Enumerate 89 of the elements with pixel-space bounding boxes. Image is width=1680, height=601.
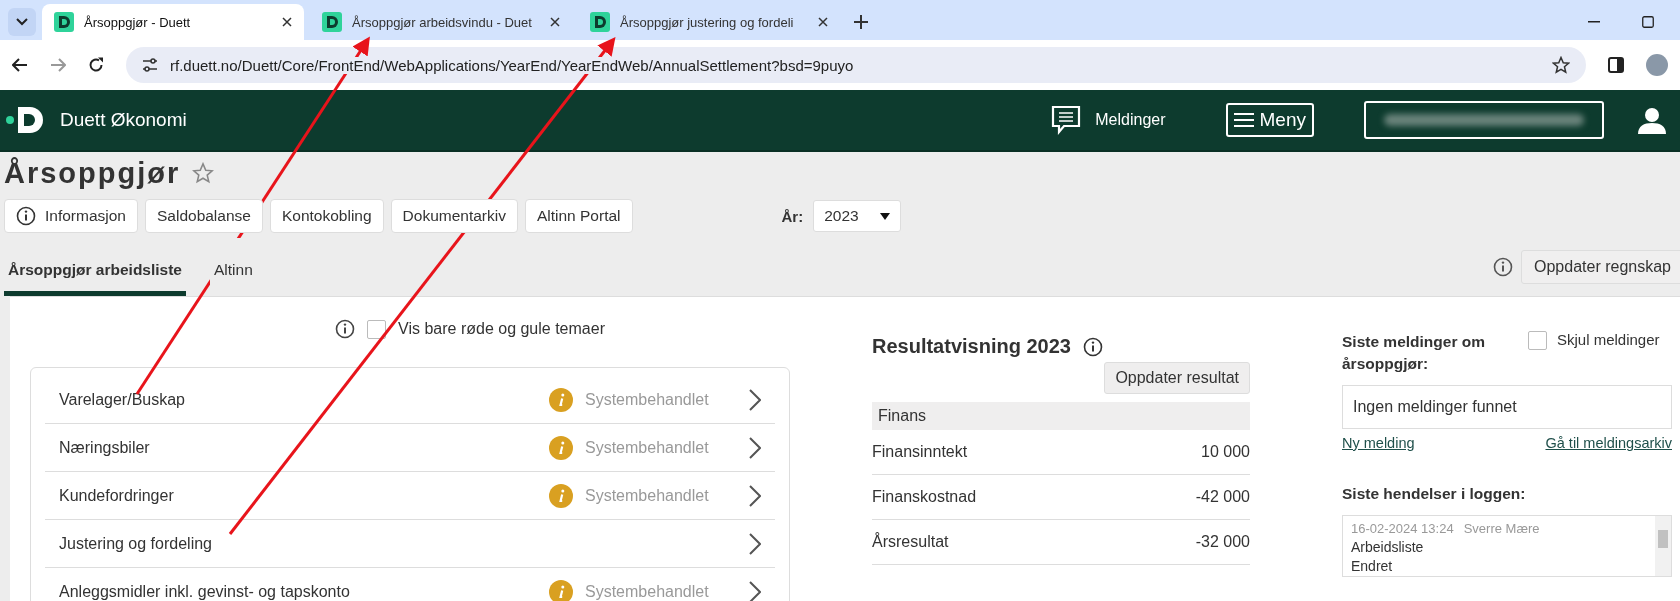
reload-icon[interactable]	[88, 57, 104, 73]
result-label: Finanskostnad	[872, 488, 977, 506]
toolbar-button[interactable]: Kontokobling	[269, 199, 384, 233]
worklist-item-name: Justering og fordeling	[59, 534, 213, 553]
back-icon[interactable]	[12, 58, 28, 72]
new-tab-icon[interactable]	[854, 15, 868, 29]
site-settings-icon[interactable]	[142, 58, 158, 72]
tab-title: Årsoppgjør arbeidsvindu - Duet	[352, 14, 533, 30]
new-message-link[interactable]: Ny melding	[1342, 435, 1415, 451]
info-icon[interactable]	[335, 319, 356, 339]
page-title: Årsoppgjør	[4, 156, 181, 190]
bookmark-star-icon[interactable]	[1552, 56, 1570, 74]
update-results-button[interactable]: Oppdater resultat	[1104, 362, 1250, 394]
forward-icon[interactable]	[50, 58, 66, 72]
hide-messages-label: Skjul meldinger	[1557, 331, 1660, 348]
info-icon[interactable]	[1082, 336, 1103, 357]
log-title: Siste hendelser i loggen:	[1342, 485, 1527, 503]
worklist-item-name: Kundefordringer	[59, 486, 175, 505]
brand-name: Duett Økonomi	[60, 109, 187, 131]
messages-button[interactable]: Meldinger	[1045, 104, 1172, 136]
results-title: Resultatvisning 2023	[872, 335, 1071, 358]
info-badge-icon	[549, 435, 573, 460]
empty-messages-text: Ingen meldinger funnet	[1353, 398, 1517, 416]
worklist-row[interactable]: Varelager/Buskap Systembehandlet	[45, 376, 775, 424]
messages-title: Siste meldinger om årsoppgjør:	[1342, 332, 1486, 374]
year-label: År:	[781, 207, 804, 225]
chevron-right-icon	[749, 580, 761, 601]
address-bar[interactable]: rf.duett.no/Duett/Core/FrontEnd/WebApplications/YearEnd/YearEndWeb/AnnualSettlement?bsd=9puyo	[126, 47, 1586, 83]
chevron-down-icon	[16, 18, 28, 26]
message-archive-link[interactable]: Gå til meldingsarkiv	[1545, 435, 1672, 451]
log-date: 16-02-2024 13:24	[1351, 520, 1454, 538]
result-label: Finansinntekt	[872, 443, 968, 461]
close-icon[interactable]	[550, 17, 560, 27]
refresh-accounts-button[interactable]: Oppdater regnskap	[1521, 250, 1680, 284]
worklist-item-name: Næringsbiler	[59, 438, 151, 457]
toolbar-button[interactable]: Informasjon	[4, 199, 138, 233]
browser-tab[interactable]: Årsoppgjør arbeidsvindu - Duet	[310, 4, 572, 40]
app-logo-icon	[322, 12, 342, 32]
toolbar-button[interactable]: Dokumentarkiv	[390, 199, 518, 233]
result-label: Årsresultat	[872, 533, 949, 551]
worklist-item-name: Varelager/Buskap	[59, 390, 186, 409]
info-badge-icon	[549, 387, 573, 412]
filter-label: Vis bare røde og gule temaer	[398, 320, 605, 338]
chevron-right-icon	[749, 388, 761, 411]
close-icon[interactable]	[282, 17, 292, 27]
profile-avatar[interactable]	[1646, 54, 1668, 76]
menu-icon	[1233, 112, 1254, 128]
browser-tab[interactable]: Årsoppgjør justering og fordeli	[578, 4, 840, 40]
result-value: 10 000	[1201, 443, 1250, 461]
info-icon[interactable]	[1493, 257, 1513, 277]
log-user: Sverre Mære	[1463, 520, 1540, 538]
worklist-item-name: Anleggsmidler inkl. gevinst- og tapskonto	[59, 582, 351, 601]
user-icon[interactable]	[1638, 106, 1666, 134]
dropdown-caret-icon	[880, 212, 891, 220]
chevron-right-icon	[749, 532, 761, 555]
tab-title: Årsoppgjør - Duett	[84, 14, 192, 30]
maximize-icon[interactable]	[1642, 16, 1654, 28]
side-panel-icon[interactable]	[1608, 57, 1624, 73]
minimize-icon[interactable]	[1588, 21, 1600, 23]
close-icon[interactable]	[818, 17, 828, 27]
chevron-right-icon	[749, 484, 761, 507]
speech-bubble-icon	[1051, 105, 1082, 135]
result-value: -32 000	[1195, 533, 1250, 551]
tab-list-button[interactable]	[8, 8, 36, 36]
log-line: Endret	[1351, 557, 1394, 576]
toolbar-button[interactable]: Saldobalanse	[145, 199, 263, 233]
scrollbar[interactable]	[1655, 516, 1671, 576]
url-text: rf.duett.no/Duett/Core/FrontEnd/WebApplications/YearEnd/YearEndWeb/AnnualSettlement?bsd=9puyo	[170, 56, 854, 74]
toolbar-button[interactable]: Altinn Portal	[524, 199, 633, 233]
chevron-right-icon	[749, 436, 761, 459]
worklist-row[interactable]: Kundefordringer Systembehandlet	[45, 472, 775, 520]
blurred-user-field[interactable]	[1364, 101, 1604, 139]
worklist-row[interactable]: Anleggsmidler inkl. gevinst- og tapskonto Systembehandlet	[45, 568, 775, 601]
result-value: -42 000	[1195, 488, 1250, 506]
log-line: Arbeidsliste	[1351, 538, 1425, 557]
info-badge-icon	[549, 483, 573, 508]
year-select[interactable]: 2023	[813, 200, 902, 232]
tab-title: Årsoppgjør justering og fordeli	[620, 14, 795, 30]
worklist-row[interactable]: Næringsbiler Systembehandlet	[45, 424, 775, 472]
app-logo-icon	[590, 12, 610, 32]
hide-messages-checkbox[interactable]	[1528, 331, 1547, 350]
favorite-star-icon[interactable]	[192, 162, 215, 184]
app-logo-icon	[54, 12, 74, 32]
worklist-row[interactable]: Justering og fordeling	[45, 520, 775, 568]
section-header: Finans	[872, 402, 1250, 430]
menu-button[interactable]: Meny	[1225, 103, 1314, 137]
browser-tab[interactable]: Årsoppgjør - Duett	[42, 4, 304, 40]
filter-checkbox[interactable]	[367, 319, 387, 339]
info-icon	[16, 206, 36, 226]
